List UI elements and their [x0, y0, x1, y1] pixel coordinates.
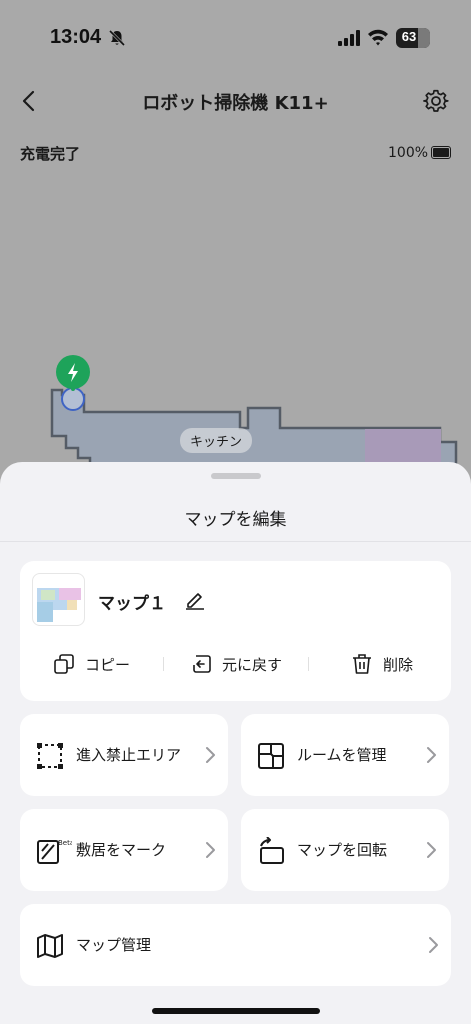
mark-threshold-label: 敷居をマーク — [76, 841, 167, 859]
signal-icon — [338, 30, 360, 46]
delete-button[interactable]: 削除 — [351, 651, 413, 677]
map-thumbnail[interactable] — [32, 573, 85, 626]
copy-label: コピー — [85, 655, 131, 674]
no-go-zone-label: 進入禁止エリア — [76, 746, 182, 764]
divider — [308, 657, 309, 671]
chevron-right-icon — [206, 842, 215, 858]
rotate-map-tile[interactable]: マップを回転 — [241, 809, 449, 891]
room-label-kitchen[interactable]: キッチン — [180, 428, 253, 453]
charge-status: 充電完了 — [20, 145, 81, 163]
edit-pencil-icon[interactable] — [184, 588, 206, 610]
trash-icon — [353, 654, 371, 674]
no-go-zone-icon — [37, 743, 63, 769]
undo-button[interactable]: 元に戻す — [190, 651, 282, 677]
map-name: マップ１ — [98, 594, 166, 614]
room-layout-icon — [258, 743, 284, 769]
divider — [163, 657, 164, 671]
sheet-title: マップを編集 — [184, 510, 287, 530]
undo-icon — [193, 655, 211, 673]
sheet-grabber[interactable] — [211, 473, 261, 479]
chevron-right-icon — [206, 747, 215, 763]
device-battery-percent: 100% — [388, 145, 429, 161]
map-card: マップ１ コピー 元に戻す 削除 — [20, 561, 451, 701]
no-go-zone-tile[interactable]: 進入禁止エリア — [20, 714, 228, 796]
chevron-right-icon — [427, 842, 436, 858]
copy-button[interactable]: コピー — [53, 651, 130, 677]
edit-map-sheet: マップを編集 マップ１ コピー 元に戻す 削除 進入禁止エリア ルームを管理 B… — [0, 462, 471, 1024]
map-icon — [37, 934, 63, 958]
status-time: 13:04 — [50, 26, 102, 48]
chevron-right-icon — [427, 747, 436, 763]
copy-icon — [54, 654, 74, 674]
map-management-row[interactable]: マップ管理 — [20, 904, 451, 986]
battery-indicator: 63 — [396, 28, 430, 48]
status-bar: 13:04 63 — [0, 0, 471, 76]
settings-gear-icon[interactable] — [423, 88, 449, 114]
chevron-right-icon — [429, 937, 438, 953]
silent-bell-icon — [108, 29, 126, 47]
rotate-icon — [260, 837, 284, 864]
app-header: ロボット掃除機 K11+ — [0, 80, 471, 124]
undo-label: 元に戻す — [222, 655, 283, 674]
floor-map[interactable] — [0, 340, 471, 480]
battery-level: 63 — [401, 29, 417, 44]
divider — [0, 541, 471, 542]
mark-threshold-tile[interactable]: Beta 敷居をマーク — [20, 809, 228, 891]
beta-badge: Beta — [58, 839, 72, 847]
delete-label: 削除 — [383, 655, 414, 674]
page-title: ロボット掃除機 K11+ — [142, 93, 329, 114]
home-indicator[interactable] — [152, 1008, 320, 1014]
wifi-icon — [368, 29, 388, 46]
threshold-icon: Beta — [37, 839, 72, 864]
manage-rooms-tile[interactable]: ルームを管理 — [241, 714, 449, 796]
manage-rooms-label: ルームを管理 — [297, 746, 387, 764]
rotate-map-label: マップを回転 — [297, 841, 388, 859]
device-battery-icon — [431, 146, 451, 159]
map-management-label: マップ管理 — [76, 936, 152, 954]
